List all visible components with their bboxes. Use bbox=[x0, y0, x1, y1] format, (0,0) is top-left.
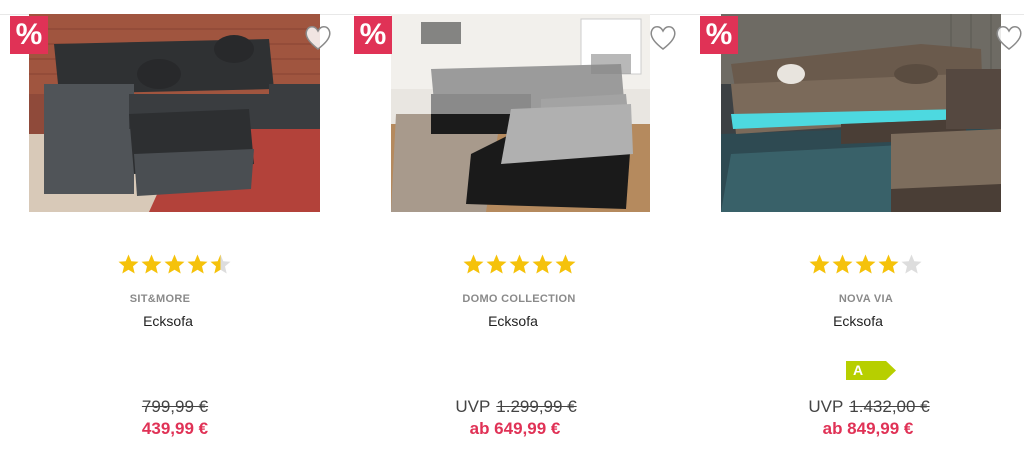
star-icon bbox=[855, 254, 876, 274]
star-icon bbox=[486, 254, 507, 274]
product-image[interactable] bbox=[391, 14, 650, 212]
old-price: UVP 1.432,00 € bbox=[749, 397, 989, 417]
star-icon bbox=[463, 254, 484, 274]
star-icon bbox=[210, 254, 231, 274]
sale-price: ab 649,99 € bbox=[469, 419, 561, 438]
star-icon bbox=[187, 254, 208, 274]
old-price-value: 1.432,00 € bbox=[849, 397, 930, 416]
star-icon bbox=[555, 254, 576, 274]
star-icon bbox=[832, 254, 853, 274]
heart-icon[interactable] bbox=[994, 24, 1024, 52]
sale-badge: % bbox=[700, 16, 738, 54]
brand-name: DOMO COLLECTION bbox=[462, 293, 576, 305]
energy-label-badge: A bbox=[846, 361, 896, 380]
product-card[interactable]: % SIT&MORE Ecksofa 799,99 € 439,99 € bbox=[0, 0, 345, 473]
sofa-photo bbox=[391, 14, 650, 212]
heart-icon[interactable] bbox=[303, 24, 333, 52]
old-price: 799,99 € bbox=[55, 397, 295, 417]
sofa-photo bbox=[721, 14, 1001, 212]
sofa-photo bbox=[29, 14, 320, 212]
star-icon bbox=[118, 254, 139, 274]
star-icon bbox=[141, 254, 162, 274]
product-name[interactable]: Ecksofa bbox=[68, 313, 268, 329]
star-icon bbox=[901, 254, 922, 274]
star-icon bbox=[164, 254, 185, 274]
old-price-value: 1.299,99 € bbox=[496, 397, 577, 416]
sale-price: ab 849,99 € bbox=[822, 419, 914, 438]
product-image[interactable] bbox=[29, 14, 320, 212]
product-card[interactable]: % NOVA VIA Ecksofa A UVP 1.432,00 € ab 84… bbox=[690, 0, 1024, 473]
sale-price: 439,99 € bbox=[141, 419, 209, 438]
uvp-label: UVP bbox=[808, 397, 844, 416]
product-name[interactable]: Ecksofa bbox=[413, 313, 613, 329]
product-name[interactable]: Ecksofa bbox=[758, 313, 958, 329]
product-grid: % SIT&MORE Ecksofa 799,99 € 439,99 € % D… bbox=[0, 0, 1024, 473]
heart-icon[interactable] bbox=[648, 24, 678, 52]
old-price-value: 799,99 € bbox=[141, 397, 209, 416]
uvp-label: UVP bbox=[455, 397, 491, 416]
star-rating bbox=[808, 253, 923, 277]
sale-badge: % bbox=[354, 16, 392, 54]
energy-class: A bbox=[853, 362, 864, 378]
product-image[interactable] bbox=[721, 14, 1001, 212]
star-icon bbox=[532, 254, 553, 274]
brand-name: SIT&MORE bbox=[129, 293, 191, 305]
star-icon bbox=[878, 254, 899, 274]
product-card[interactable]: % DOMO COLLECTION Ecksofa UVP 1.299,99 € … bbox=[345, 0, 690, 473]
star-icon bbox=[809, 254, 830, 274]
star-rating bbox=[117, 253, 232, 277]
old-price: UVP 1.299,99 € bbox=[396, 397, 636, 417]
star-icon bbox=[509, 254, 530, 274]
star-rating bbox=[462, 253, 577, 277]
brand-name: NOVA VIA bbox=[838, 293, 894, 305]
sale-badge: % bbox=[10, 16, 48, 54]
